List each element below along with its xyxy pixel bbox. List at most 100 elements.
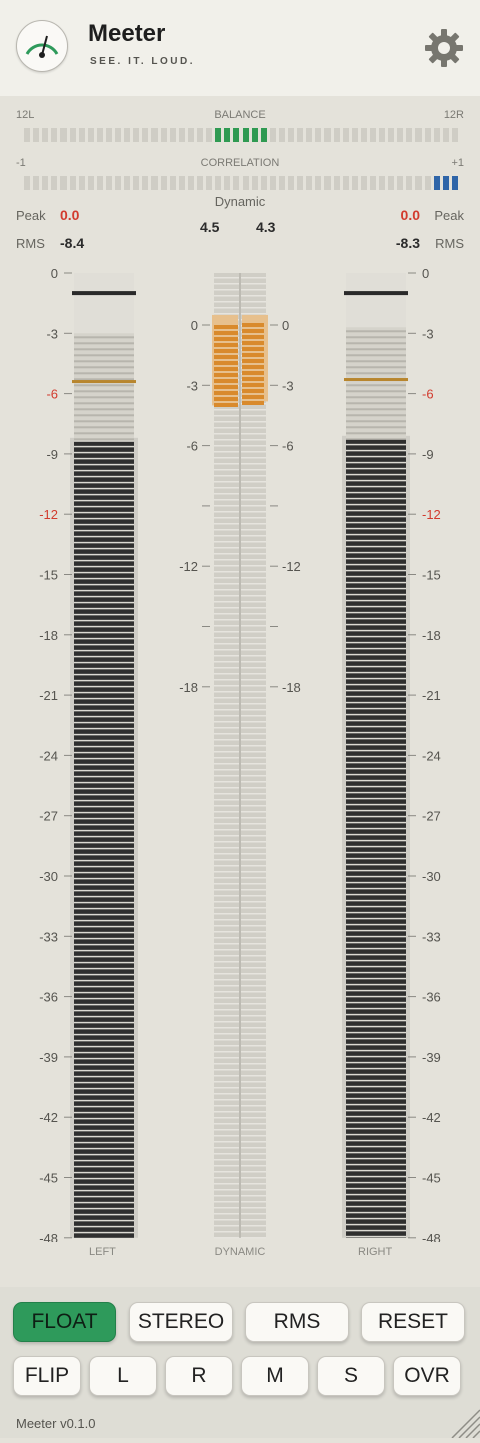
dynamic-scale-label: -3 xyxy=(186,378,198,393)
left-meter-segment-gap xyxy=(74,829,134,832)
correlation-segment xyxy=(451,176,458,190)
right-meter-segment-gap xyxy=(346,1121,406,1124)
dynamic-left-segment xyxy=(214,361,238,365)
left-meter-segment-gap xyxy=(74,1105,134,1108)
left-meter-segment-gap xyxy=(74,577,134,580)
right-meter-segment-gap xyxy=(346,1235,406,1238)
right-meter-segment-gap xyxy=(346,1013,406,1016)
balance-segment xyxy=(60,128,67,142)
balance-segment xyxy=(169,128,176,142)
version-label: Meeter v0.1.0 xyxy=(16,1416,96,1431)
left-meter-segment-gap xyxy=(74,739,134,742)
dynamic-right-segment xyxy=(242,389,264,393)
left-rms-label: RMS xyxy=(16,236,45,251)
correlation-segment xyxy=(105,176,113,190)
right-meter-segment-gap xyxy=(346,815,406,818)
left-meter-segment-gap xyxy=(74,655,134,658)
left-meter-segment-gap xyxy=(74,847,134,850)
right-meter-segment-gap xyxy=(346,1139,406,1142)
dynamic-scale-label: -12 xyxy=(282,559,301,574)
gear-icon[interactable] xyxy=(424,28,464,68)
right-meter-segment-gap xyxy=(346,1019,406,1022)
right-meter-segment-gap xyxy=(346,521,406,524)
balance-segment xyxy=(233,128,240,142)
right-meter-segment-gap xyxy=(346,515,406,518)
balance-meter xyxy=(24,128,458,142)
right-meter-segment-gap xyxy=(346,719,406,722)
correlation-segment xyxy=(369,176,377,190)
mid-button[interactable]: M xyxy=(241,1356,309,1396)
right-meter-segment-gap xyxy=(346,965,406,968)
right-meter-segment-gap xyxy=(346,953,406,956)
balance-segment xyxy=(415,128,422,142)
left-meter-segment-gap xyxy=(74,925,134,928)
left-meter-segment-gap xyxy=(74,517,134,520)
left-meter-segment-gap xyxy=(74,769,134,772)
balance-segment xyxy=(196,128,204,142)
right-meter-segment-gap xyxy=(346,875,406,878)
correlation-segment xyxy=(360,176,367,190)
right-meter-segment-gap xyxy=(346,533,406,536)
left-meter-segment-gap xyxy=(74,865,134,868)
left-meter-segment-gap xyxy=(74,481,134,484)
left-meter-segment-gap xyxy=(74,1111,134,1114)
correlation-segment xyxy=(69,176,76,190)
correlation-segment xyxy=(333,176,340,190)
right-meter-segment-gap xyxy=(346,683,406,686)
right-meter-ghost-segment xyxy=(346,420,406,423)
left-meter-segment-gap xyxy=(74,595,134,598)
side-button[interactable]: S xyxy=(317,1356,385,1396)
correlation-segment xyxy=(160,176,167,190)
left-meter-segment-gap xyxy=(74,463,134,466)
balance-segment xyxy=(69,128,76,142)
dynamic-scale-label: -3 xyxy=(282,378,294,393)
correlation-segment xyxy=(251,176,258,190)
right-scale-label: -39 xyxy=(422,1050,441,1065)
balance-segment xyxy=(442,128,449,142)
right-meter-segment-gap xyxy=(346,509,406,512)
left-meter-segment-gap xyxy=(74,949,134,952)
right-meter-ghost-segment xyxy=(346,384,406,387)
right-channel-button[interactable]: R xyxy=(165,1356,233,1396)
balance-segment xyxy=(306,128,313,142)
left-meter-segment-gap xyxy=(74,787,134,790)
correlation-segment xyxy=(306,176,313,190)
balance-segment xyxy=(51,128,58,142)
float-button[interactable]: FLOAT xyxy=(13,1302,116,1342)
left-meter-segment-gap xyxy=(74,679,134,682)
right-meter-segment-gap xyxy=(346,593,406,596)
left-meter-segment-gap xyxy=(74,1153,134,1156)
right-meter-segment-gap xyxy=(346,1133,406,1136)
left-meter-segment-gap xyxy=(74,817,134,820)
right-meter-segment-gap xyxy=(346,833,406,836)
left-channel-button[interactable]: L xyxy=(89,1356,157,1396)
rms-button[interactable]: RMS xyxy=(245,1302,349,1342)
left-meter-segment-gap xyxy=(74,1099,134,1102)
left-meter-ghost-segment xyxy=(74,426,134,429)
stereo-button[interactable]: STEREO xyxy=(129,1302,233,1342)
dynamic-meter-divider xyxy=(239,273,241,1238)
right-meter-segment-gap xyxy=(346,995,406,998)
right-meter-segment-gap xyxy=(346,911,406,914)
right-meter-segment-gap xyxy=(346,983,406,986)
left-meter-segment-gap xyxy=(74,931,134,934)
dynamic-left-segment xyxy=(214,391,238,395)
left-scale-label: -48 xyxy=(39,1231,58,1242)
left-meter-segment-gap xyxy=(74,901,134,904)
left-meter-ghost-segment xyxy=(74,348,134,351)
correlation-segment xyxy=(342,176,349,190)
dynamic-left-segment xyxy=(214,373,238,377)
left-meter-segment-gap xyxy=(74,1141,134,1144)
resize-handle-icon[interactable] xyxy=(444,1402,480,1439)
right-meter-segment-gap xyxy=(346,1115,406,1118)
balance-segment xyxy=(242,128,249,142)
left-meter-segment-gap xyxy=(74,1189,134,1192)
flip-button[interactable]: FLIP xyxy=(13,1356,81,1396)
left-meter-segment-gap xyxy=(74,781,134,784)
balance-segment xyxy=(151,128,158,142)
left-scale-label: -27 xyxy=(39,809,58,824)
overload-button[interactable]: OVR xyxy=(393,1356,461,1396)
reset-button[interactable]: RESET xyxy=(361,1302,465,1342)
right-meter-segment-gap xyxy=(346,761,406,764)
left-meter-segment-gap xyxy=(74,625,134,628)
